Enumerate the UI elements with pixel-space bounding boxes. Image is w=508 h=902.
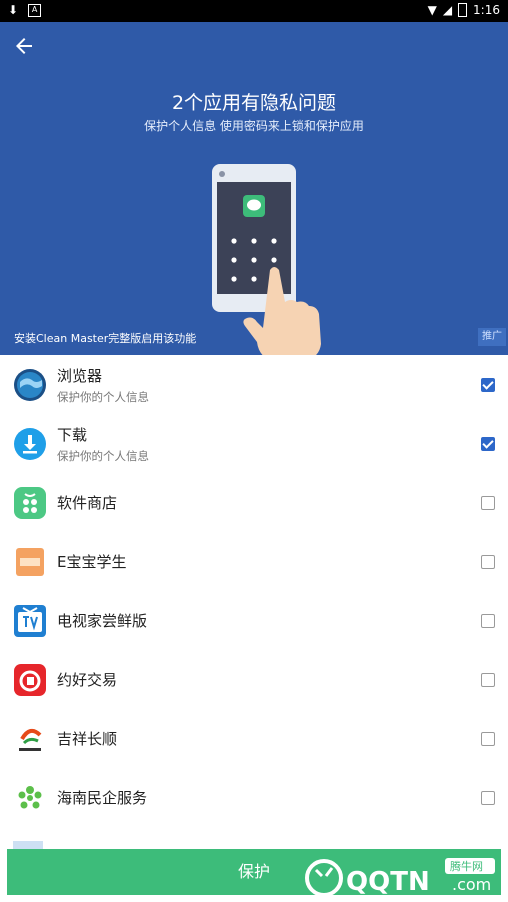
app-desc: 保护你的个人信息 <box>57 389 149 404</box>
list-item[interactable]: 下载 保护你的个人信息 <box>0 414 508 473</box>
list-item[interactable]: 电视家尝鲜版 <box>0 591 508 650</box>
app-checkbox[interactable] <box>481 613 495 628</box>
hainan-icon <box>18 785 42 808</box>
app-checkbox[interactable] <box>481 554 495 569</box>
ad-badge: 推广 <box>478 328 506 346</box>
list-item[interactable]: 海南民企服务 <box>0 768 508 827</box>
status-bar: ⬇ A ▼ ◢ 1:16 <box>0 0 508 22</box>
app-checkbox[interactable] <box>481 672 495 687</box>
app-checkbox[interactable] <box>481 436 495 451</box>
app-name: 海南民企服务 <box>57 789 148 807</box>
install-hint[interactable]: 安装Clean Master完整版启用该功能 <box>14 330 196 346</box>
notification-a-icon: A <box>28 3 42 17</box>
app-checkbox[interactable] <box>481 790 495 805</box>
back-arrow-icon[interactable] <box>12 34 36 58</box>
download-status-icon: ⬇ <box>8 3 19 17</box>
app-desc: 保护你的个人信息 <box>57 448 149 463</box>
app-name: 电视家尝鲜版 <box>57 612 148 630</box>
watermark-badge: 腾牛网 <box>450 859 483 873</box>
hero-banner: 2个应用有隐私问题 保护个人信息 使用密码来上锁和保护应用 安装Clean Ma… <box>0 22 508 355</box>
store-icon <box>14 486 46 519</box>
list-item[interactable]: 约好交易 <box>0 650 508 709</box>
app-name: E宝宝学生 <box>57 553 127 571</box>
qqtn-watermark: QQTN .com 腾牛网 <box>305 858 495 897</box>
yuehao-icon <box>14 663 46 696</box>
app-name: 约好交易 <box>57 671 118 689</box>
app-name: 浏览器 <box>57 366 103 385</box>
app-checkbox[interactable] <box>481 731 495 746</box>
app-name: 吉祥长顺 <box>57 730 118 748</box>
list-item[interactable]: 浏览器 保护你的个人信息 <box>0 355 508 414</box>
app-name: 下载 <box>57 425 88 444</box>
download-icon <box>14 427 46 460</box>
app-list: 浏览器 保护你的个人信息 下载 保护你的个人信息 软件商店 E宝宝学生 电视家尝… <box>0 355 508 827</box>
phone-illustration <box>212 164 321 355</box>
list-item[interactable]: 吉祥长顺 <box>0 709 508 768</box>
jixiang-icon <box>19 728 42 751</box>
app-name: 软件商店 <box>57 494 118 512</box>
signal-icon: ◢ <box>442 3 453 17</box>
battery-icon <box>458 3 468 17</box>
page-title: 2个应用有隐私问题 <box>171 92 337 114</box>
wifi-icon: ▼ <box>427 3 437 17</box>
page-subtitle: 保护个人信息 使用密码来上锁和保护应用 <box>144 119 364 133</box>
list-item[interactable]: 软件商店 <box>0 473 508 532</box>
time: 1:16 <box>473 3 500 17</box>
ebaobao-icon <box>16 547 44 576</box>
tv-icon <box>14 604 46 637</box>
globe-icon <box>14 368 46 401</box>
app-checkbox[interactable] <box>481 377 495 392</box>
list-item[interactable]: E宝宝学生 <box>0 532 508 591</box>
watermark-brand: QQTN <box>346 867 430 897</box>
watermark-suffix: .com <box>452 875 491 894</box>
app-checkbox[interactable] <box>481 495 495 510</box>
